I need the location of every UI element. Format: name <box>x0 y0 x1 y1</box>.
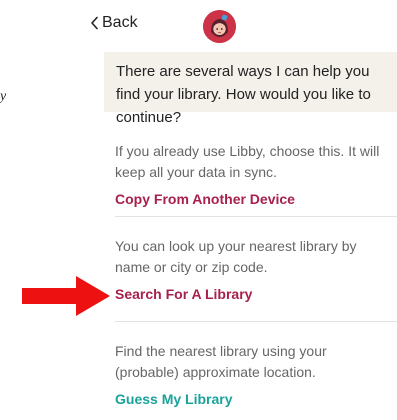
partial-glyph: y <box>0 91 6 103</box>
option-description: If you already use Libby, choose this. I… <box>115 143 380 180</box>
option-description: You can look up your nearest library by … <box>115 238 357 275</box>
option-search-library: You can look up your nearest library by … <box>115 236 385 303</box>
option-divider <box>115 216 397 217</box>
copy-from-another-device-link[interactable]: Copy From Another Device <box>115 190 385 208</box>
back-label: Back <box>102 14 138 31</box>
option-divider <box>115 321 397 322</box>
chevron-left-icon <box>90 16 99 30</box>
right-arrow-icon <box>22 276 112 316</box>
assistant-message-bubble: There are several ways I can help you fi… <box>104 52 397 126</box>
option-guess-library: Find the nearest library using your (pro… <box>115 341 385 408</box>
guess-my-library-link[interactable]: Guess My Library <box>115 390 385 408</box>
libby-avatar-icon <box>203 10 236 43</box>
back-button[interactable]: Back <box>90 14 138 32</box>
option-description: Find the nearest library using your (pro… <box>115 343 327 380</box>
option-copy-from-device: If you already use Libby, choose this. I… <box>115 141 385 208</box>
search-for-a-library-link[interactable]: Search For A Library <box>115 285 385 303</box>
